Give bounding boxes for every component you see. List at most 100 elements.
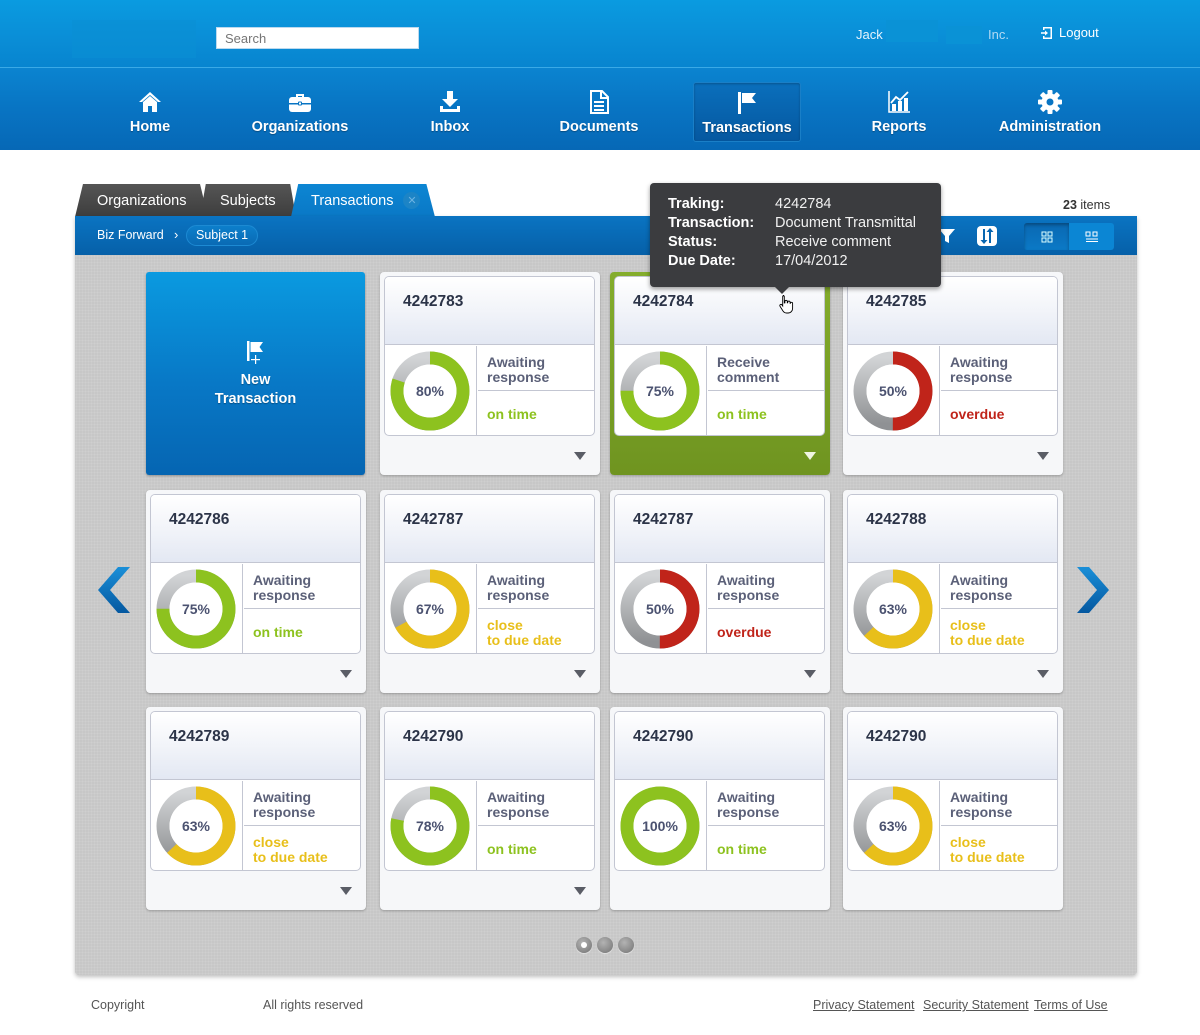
nav-item-transactions[interactable]: Transactions (693, 82, 801, 142)
breadcrumb-current[interactable]: Subject 1 (186, 225, 259, 246)
status-line: Awaiting (950, 572, 1009, 588)
progress-cell: 75% (151, 564, 243, 653)
transaction-id: 4242790 (403, 728, 464, 745)
terms-of-use-link[interactable]: Terms of Use (1034, 998, 1108, 1012)
card-menu-arrow-icon[interactable] (804, 452, 816, 460)
transaction-card[interactable]: 4242788 63% Awaiting response close to due da… (843, 490, 1063, 693)
new-transaction-button[interactable]: New Transaction (146, 272, 365, 475)
card-header: 4242787 (615, 495, 824, 563)
card-menu-arrow-icon[interactable] (340, 887, 352, 895)
timing-line: close (950, 833, 986, 850)
status-line: Awaiting (717, 789, 776, 805)
tooltip-row: Traking: 4242784 (668, 196, 941, 215)
pagination-dot[interactable] (576, 937, 592, 953)
nav-item-documents[interactable]: Documents (554, 82, 644, 140)
sort-icon (977, 226, 997, 246)
card-header: 4242789 (151, 712, 360, 780)
sort-button[interactable] (975, 225, 999, 247)
transaction-card[interactable]: 4242786 75% Awaiting response on time (146, 490, 366, 693)
transaction-id: 4242787 (403, 511, 464, 528)
privacy-statement-link[interactable]: Privacy Statement (813, 998, 914, 1012)
tooltip-value: Receive comment (775, 234, 892, 250)
nav-item-home[interactable]: Home (112, 82, 188, 140)
progress-percent: 78% (415, 818, 445, 834)
status-line: response (950, 369, 1013, 385)
card-status: Awaiting response (244, 781, 360, 826)
timing-line: overdue (950, 406, 1005, 422)
timing-line: on time (487, 841, 537, 857)
tab-subjects[interactable]: Subjects (200, 184, 296, 217)
logout-icon (1041, 26, 1052, 39)
tab-transactions[interactable]: Transactions ✕ (291, 184, 435, 217)
pagination-dot[interactable] (597, 937, 613, 953)
card-body: 4242790 63% Awaiting response close to due da… (847, 711, 1058, 871)
transaction-card[interactable]: 4242790 78% Awaiting response on time (380, 707, 600, 910)
transaction-id: 4242790 (633, 728, 694, 745)
next-page-arrow[interactable] (1075, 566, 1111, 614)
card-menu-arrow-icon[interactable] (1037, 670, 1049, 678)
search-input[interactable] (216, 27, 419, 49)
close-tab-icon[interactable]: ✕ (403, 192, 421, 209)
card-status: Awaiting response (708, 781, 824, 826)
status-line: Awaiting (487, 572, 546, 588)
nav-item-inbox[interactable]: Inbox (415, 82, 485, 140)
breadcrumb-root[interactable]: Biz Forward (97, 228, 164, 242)
logout-button[interactable]: Logout (1040, 25, 1099, 40)
nav-label: Administration (998, 119, 1102, 135)
card-status: Awaiting response (478, 781, 594, 826)
status-line: Awaiting (487, 789, 546, 805)
progress-percent: 75% (181, 601, 211, 617)
card-body: 4242783 80% Awaiting response on time (384, 276, 595, 436)
logo[interactable] (72, 20, 196, 58)
transaction-card[interactable]: 4242785 50% Awaiting response overdue (843, 272, 1063, 475)
footer-copyright: Copyright (91, 998, 145, 1012)
transaction-card[interactable]: 4242784 75% Receive comment on time (610, 272, 830, 475)
progress-percent: 50% (645, 601, 675, 617)
grid-view-button[interactable] (1024, 223, 1069, 250)
transaction-card[interactable]: 4242789 63% Awaiting response close to due da… (146, 707, 366, 910)
status-line: response (717, 587, 780, 603)
previous-page-arrow[interactable] (96, 566, 132, 614)
nav-item-administration[interactable]: Administration (995, 82, 1105, 140)
card-menu-arrow-icon[interactable] (1037, 452, 1049, 460)
timing-line: on time (717, 406, 767, 422)
security-statement-link[interactable]: Security Statement (923, 998, 1029, 1012)
progress-cell: 63% (848, 564, 940, 653)
transaction-card[interactable]: 4242790 63% Awaiting response close to due da… (843, 707, 1063, 910)
card-status: Awaiting response (478, 346, 594, 391)
transaction-card[interactable]: 4242787 50% Awaiting response overdue (610, 490, 830, 693)
document-icon (585, 88, 613, 116)
card-timing: close to due date (941, 827, 1057, 870)
nav-item-reports[interactable]: Reports (863, 82, 935, 140)
transaction-card[interactable]: 4242787 67% Awaiting response close to due da… (380, 490, 600, 693)
home-icon (136, 88, 164, 116)
card-menu-arrow-icon[interactable] (574, 452, 586, 460)
card-menu-arrow-icon[interactable] (804, 670, 816, 678)
gear-icon (1036, 88, 1064, 116)
progress-percent: 63% (878, 818, 908, 834)
tooltip-row: Status: Receive comment (668, 234, 941, 253)
card-header: 4242783 (385, 277, 594, 345)
card-menu-arrow-icon[interactable] (340, 670, 352, 678)
view-toggle (1024, 223, 1114, 250)
pagination-dot[interactable] (618, 937, 634, 953)
tab-organizations[interactable]: Organizations (75, 184, 208, 217)
list-view-button[interactable] (1069, 223, 1114, 250)
transaction-card[interactable]: 4242790 100% Awaiting response on time (610, 707, 830, 910)
nav-item-organizations[interactable]: Organizations (245, 82, 355, 140)
timing-line: close (253, 833, 289, 850)
card-header: 4242787 (385, 495, 594, 563)
transaction-id: 4242783 (403, 293, 464, 310)
tooltip-key: Traking: (668, 196, 725, 212)
card-menu-arrow-icon[interactable] (574, 670, 586, 678)
nav-label: Inbox (430, 119, 470, 135)
items-count-label: items (1080, 198, 1111, 212)
card-timing: on time (244, 610, 360, 653)
transaction-card[interactable]: 4242783 80% Awaiting response on time (380, 272, 600, 475)
card-menu-arrow-icon[interactable] (574, 887, 586, 895)
card-header: 4242785 (848, 277, 1057, 345)
progress-cell: 80% (385, 346, 477, 435)
status-line: Awaiting (950, 789, 1009, 805)
status-line: Receive (717, 354, 770, 370)
status-line: response (950, 587, 1013, 603)
